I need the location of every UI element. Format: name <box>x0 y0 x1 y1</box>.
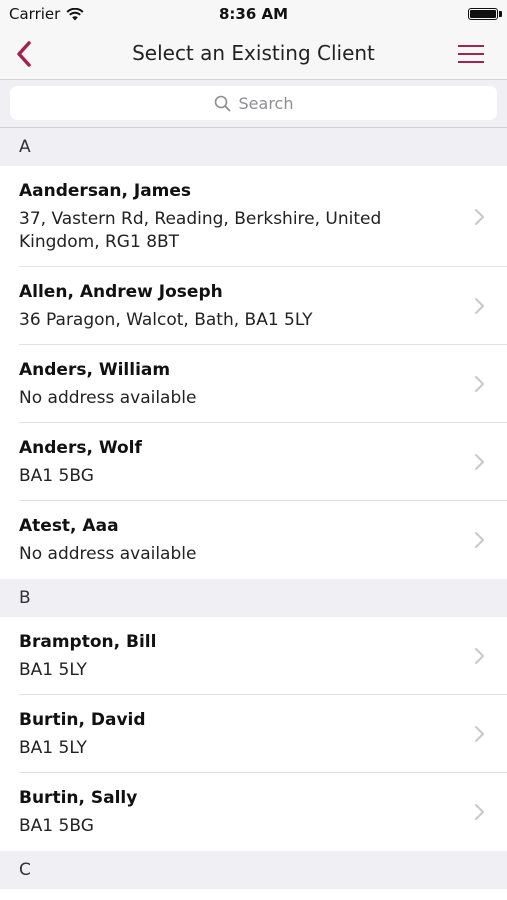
hamburger-menu-icon[interactable] <box>457 43 485 65</box>
client-address: BA1 5BG <box>19 466 94 486</box>
client-row[interactable]: Aandersan, James 37, Vastern Rd, Reading,… <box>0 166 507 267</box>
client-address: BA1 5LY <box>19 738 87 758</box>
search-placeholder: Search <box>238 94 294 113</box>
chevron-right-icon <box>475 208 484 225</box>
chevron-right-icon <box>475 376 484 392</box>
chevron-right-icon <box>475 298 484 314</box>
page-title: Select an Existing Client <box>132 41 375 65</box>
client-name: Burtin, Sally <box>19 788 138 808</box>
search-bar: Search <box>0 80 507 128</box>
client-row[interactable]: Allen, Andrew Joseph 36 Paragon, Walcot, … <box>0 267 507 345</box>
section-header-a: A <box>0 128 507 166</box>
client-address: BA1 5LY <box>19 660 87 680</box>
client-row[interactable]: Anders, William No address available <box>0 345 507 423</box>
client-address: 37, Vastern Rd, Reading, Berkshire, Unit… <box>19 209 382 252</box>
client-list: A Aandersan, James 37, Vastern Rd, Reading… <box>0 128 507 889</box>
chevron-right-icon <box>475 804 484 820</box>
client-name: Atest, Aaa <box>19 516 119 536</box>
search-icon <box>214 95 230 112</box>
client-row[interactable]: Burtin, Sally BA1 5BG <box>0 773 507 851</box>
battery-tip <box>499 11 502 17</box>
client-row[interactable]: Burtin, David BA1 5LY <box>0 695 507 773</box>
client-name: Allen, Andrew Joseph <box>19 282 223 302</box>
section-header-b: B <box>0 579 507 617</box>
battery-level <box>470 10 496 18</box>
search-input[interactable]: Search <box>10 86 497 120</box>
client-address: BA1 5BG <box>19 816 94 836</box>
chevron-right-icon <box>475 454 484 470</box>
client-row[interactable]: Anders, Wolf BA1 5BG <box>0 423 507 501</box>
battery-icon <box>468 8 498 20</box>
client-name: Anders, William <box>19 360 171 380</box>
client-name: Aandersan, James <box>19 181 192 201</box>
chevron-right-icon <box>475 532 484 548</box>
client-name: Burtin, David <box>19 710 146 730</box>
chevron-right-icon <box>475 648 484 664</box>
client-name: Anders, Wolf <box>19 438 142 458</box>
client-row[interactable]: Atest, Aaa No address available <box>0 501 507 579</box>
client-address: 36 Paragon, Walcot, Bath, BA1 5LY <box>19 310 313 330</box>
client-address: No address available <box>19 388 197 408</box>
client-row[interactable]: Brampton, Bill BA1 5LY <box>0 617 507 695</box>
client-name: Brampton, Bill <box>19 632 157 652</box>
chevron-left-icon[interactable] <box>12 40 38 68</box>
search-placeholder-group: Search <box>10 94 497 113</box>
status-bar: Carrier 8:36 AM <box>0 0 507 28</box>
navigation-bar: Select an Existing Client <box>0 28 507 80</box>
client-address: No address available <box>19 544 197 564</box>
section-header-c: C <box>0 851 507 889</box>
status-time: 8:36 AM <box>218 5 289 23</box>
chevron-right-icon <box>475 726 484 742</box>
